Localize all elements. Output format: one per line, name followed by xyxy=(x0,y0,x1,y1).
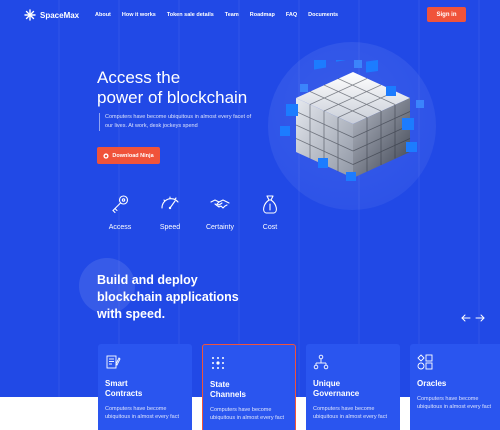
card-smart-contracts[interactable]: Smart Contracts Computers have become ub… xyxy=(98,344,192,430)
card-state-channels[interactable]: State Channels Computers have become ubi… xyxy=(202,344,296,430)
logo[interactable]: SpaceMax xyxy=(24,9,79,21)
logo-text: SpaceMax xyxy=(40,10,80,20)
card-description-line-1: Computers have become xyxy=(105,406,167,412)
card-title: Smart Contracts xyxy=(105,379,185,399)
feature-cost: Cost xyxy=(245,193,295,231)
logo-icon xyxy=(24,9,36,21)
hero-title-line-1: Access the xyxy=(97,68,181,87)
download-button[interactable]: Download Ninja xyxy=(97,147,160,164)
section-title-line-2: blockchain applications xyxy=(97,290,239,304)
card-description: Computers have become ubiquitous in almo… xyxy=(105,405,185,421)
card-title-line-1: Unique xyxy=(313,379,341,388)
card-unique-governance[interactable]: Unique Governance Computers have become … xyxy=(306,344,400,430)
card-description: Computers have become ubiquitous in almo… xyxy=(313,405,393,421)
card-title-line-2: Contracts xyxy=(105,389,143,398)
card-title: Oracles xyxy=(417,379,497,389)
section-title-line-1: Build and deploy xyxy=(97,273,198,287)
feature-certainty-label: Certainty xyxy=(205,224,234,231)
nav-documents[interactable]: Documents xyxy=(308,12,338,18)
hero-title-line-2: power of blockchain xyxy=(97,88,248,107)
channels-grid-icon xyxy=(212,357,224,369)
section-title: Build and deploy blockchain applications… xyxy=(97,272,239,323)
features-row: Access Speed Certainty Cost xyxy=(95,193,295,231)
nav-roadmap[interactable]: Roadmap xyxy=(250,12,275,18)
arrow-right-icon[interactable] xyxy=(475,313,485,323)
download-button-label: Download Ninja xyxy=(112,152,154,159)
card-description-line-1: Computers have become xyxy=(313,406,375,412)
feature-certainty: Certainty xyxy=(195,193,245,231)
feature-speed-label: Speed xyxy=(159,224,181,231)
arrow-left-icon[interactable] xyxy=(461,313,471,323)
money-bag-icon xyxy=(263,195,277,214)
card-description: Computers have become ubiquitous in almo… xyxy=(210,406,290,422)
nav-about[interactable]: About xyxy=(95,12,111,18)
card-title-line-1: Smart xyxy=(105,379,128,388)
nav-how-it-works[interactable]: How it works xyxy=(122,12,156,18)
oracles-icon xyxy=(417,354,433,370)
nav-faq[interactable]: FAQ xyxy=(286,12,297,18)
card-description-line-2: ubiquitous in almost every fact xyxy=(313,414,387,420)
card-title-line-2: Channels xyxy=(210,390,247,399)
main-nav: About How it works Token sale details Te… xyxy=(95,12,338,18)
nav-team[interactable]: Team xyxy=(225,12,239,18)
card-description-line-1: Computers have become xyxy=(210,407,272,413)
card-oracles[interactable]: Oracles Computers have become ubiquitous… xyxy=(410,344,500,430)
card-description-line-2: ubiquitous in almost every fact xyxy=(210,415,284,421)
feature-access: Access xyxy=(95,193,145,231)
card-description: Computers have become ubiquitous in almo… xyxy=(417,395,497,411)
nav-token-sale-details[interactable]: Token sale details xyxy=(167,12,214,18)
handshake-icon xyxy=(210,199,230,209)
card-title-line-1: Oracles xyxy=(417,379,447,388)
card-title: State Channels xyxy=(210,380,290,400)
github-icon xyxy=(103,152,109,159)
key-icon xyxy=(112,195,129,214)
card-title-line-1: State xyxy=(210,380,230,389)
sign-in-button[interactable]: Sign in xyxy=(427,7,466,22)
carousel-arrows xyxy=(461,313,485,323)
card-description-line-2: ubiquitous in almost every fact xyxy=(105,414,179,420)
card-title: Unique Governance xyxy=(313,379,393,399)
feature-cost-label: Cost xyxy=(262,224,278,231)
feature-access-label: Access xyxy=(108,224,132,231)
card-description-line-2: ubiquitous in almost every fact xyxy=(417,404,491,410)
hero-description: Computers have become ubiquitous in almo… xyxy=(99,113,259,131)
governance-icon xyxy=(313,354,329,370)
contract-icon xyxy=(106,355,121,369)
hero-title: Access the power of blockchain xyxy=(97,68,247,108)
section-title-line-3: with speed. xyxy=(97,307,166,321)
feature-speed: Speed xyxy=(145,193,195,231)
card-title-line-2: Governance xyxy=(313,389,360,398)
blockchain-cube-illustration xyxy=(280,60,424,181)
speedometer-icon xyxy=(161,196,179,210)
card-description-line-1: Computers have become xyxy=(417,396,479,402)
